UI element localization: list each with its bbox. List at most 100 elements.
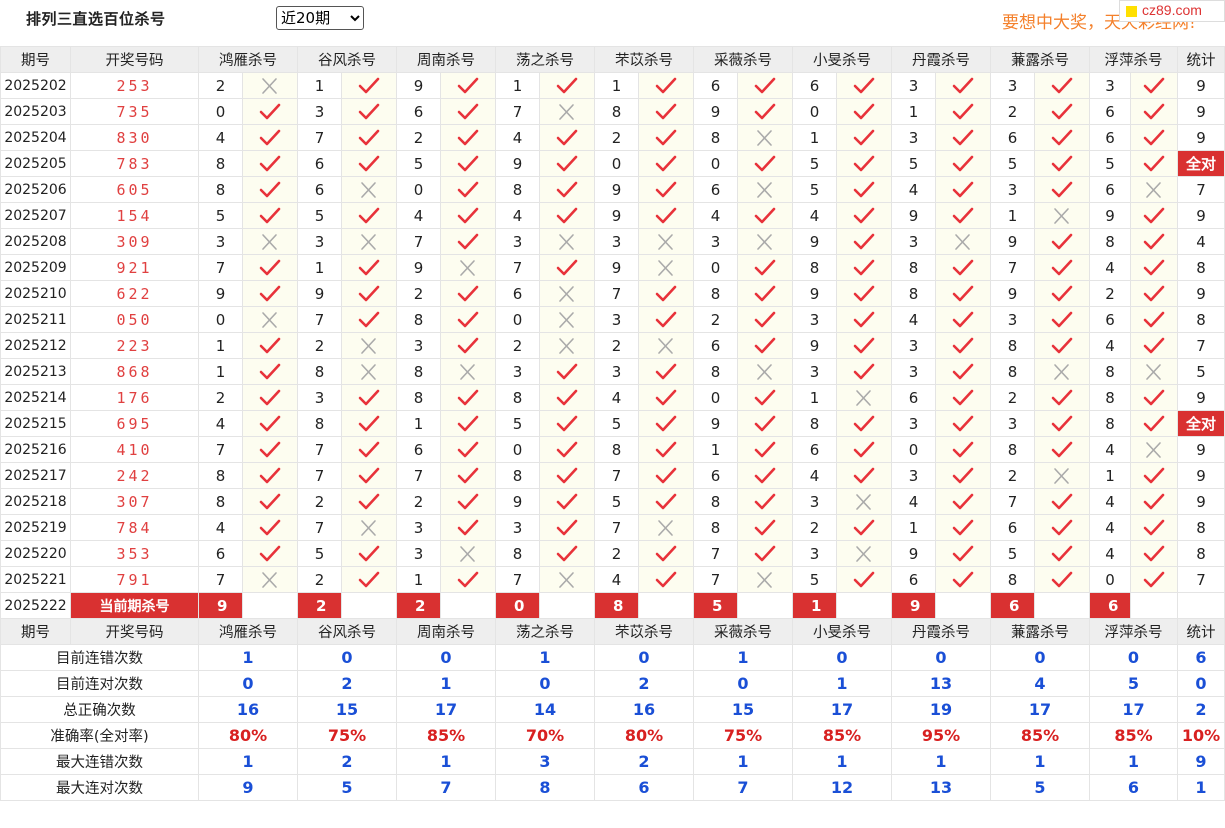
kill-correct-cell: [638, 150, 694, 177]
check-icon: [952, 415, 974, 431]
column-header: 小旻杀号: [792, 618, 892, 645]
check-icon: [358, 155, 380, 171]
kill-number: 9: [891, 202, 936, 229]
table-row: 2025207 154 5 5 4 4 9 4 4 9 1 9 9: [0, 202, 1225, 229]
kill-number: 4: [495, 124, 540, 151]
kill-correct-cell: [638, 540, 694, 567]
table-row: 2025202 253 2 1 9 1 1 6 6 3 3 3 9: [0, 72, 1225, 99]
stat-row: 最大连错次数 1 2 1 3 2 1 1 1 1 1 9: [0, 748, 1225, 775]
kill-correct-cell: [242, 332, 298, 359]
kill-number: 8: [1089, 228, 1131, 255]
check-icon: [754, 519, 776, 535]
kill-number: 9: [396, 72, 441, 99]
site-logo[interactable]: cz89.com: [1119, 0, 1225, 22]
kill-number: 8: [495, 462, 540, 489]
kill-number: 2: [1089, 280, 1131, 307]
kill-number: 3: [792, 306, 837, 333]
kill-correct-cell: [638, 358, 694, 385]
kill-correct-cell: [1034, 228, 1090, 255]
check-icon: [853, 571, 875, 587]
table-row: 2025205 783 8 6 5 9 0 0 5 5 5 5 全对: [0, 150, 1225, 177]
kill-wrong-cell: [440, 254, 496, 281]
check-icon: [259, 493, 281, 509]
current-kill-blank: [1130, 592, 1178, 619]
kill-correct-cell: [1034, 514, 1090, 541]
period-select[interactable]: 近20期: [276, 6, 364, 30]
check-icon: [556, 207, 578, 223]
check-icon: [1143, 77, 1165, 93]
check-icon: [1051, 571, 1073, 587]
check-icon: [1143, 545, 1165, 561]
kill-correct-cell: [440, 124, 496, 151]
kill-correct-cell: [242, 436, 298, 463]
kill-number: 3: [594, 358, 639, 385]
kill-number: 0: [693, 150, 738, 177]
kill-number: 2: [990, 98, 1035, 125]
cross-icon: [757, 363, 772, 380]
stat-value: 6: [1089, 774, 1178, 801]
kill-wrong-cell: [341, 358, 397, 385]
stat-value: 13: [891, 774, 991, 801]
kill-number: 2: [396, 124, 441, 151]
logo-square-icon: [1126, 6, 1137, 17]
column-header: 芣苡杀号: [594, 618, 694, 645]
kill-correct-cell: [1130, 306, 1178, 333]
kill-correct-cell: [935, 566, 991, 593]
kill-correct-cell: [737, 72, 793, 99]
kill-number: 8: [594, 98, 639, 125]
check-icon: [952, 337, 974, 353]
kill-correct-cell: [341, 254, 397, 281]
kill-number: 8: [198, 462, 243, 489]
draw-number: 830: [70, 124, 199, 151]
column-header: 采薇杀号: [693, 46, 793, 73]
kill-number: 0: [198, 306, 243, 333]
stat-value: 0: [594, 644, 694, 671]
stat-value: 3: [495, 748, 595, 775]
check-icon: [655, 181, 677, 197]
check-icon: [457, 285, 479, 301]
table-row: 2025220 353 6 5 3 8 2 7 3 9 5 4 8: [0, 540, 1225, 567]
issue-number: 2025214: [0, 384, 71, 411]
row-count: 8: [1177, 540, 1225, 567]
current-kill-number: 1: [792, 592, 837, 619]
top-bar: 排列三直选百位杀号 近20期 要想中大奖，天天彩经网! cz89.com: [0, 0, 1225, 44]
check-icon: [358, 467, 380, 483]
kill-correct-cell: [341, 436, 397, 463]
current-kill-blank: [341, 592, 397, 619]
draw-number: 353: [70, 540, 199, 567]
stat-value: 9: [198, 774, 298, 801]
kill-number: 9: [792, 332, 837, 359]
draw-number: 605: [70, 176, 199, 203]
kill-correct-cell: [341, 462, 397, 489]
check-icon: [952, 519, 974, 535]
kill-number: 5: [792, 176, 837, 203]
kill-number: 2: [297, 566, 342, 593]
kill-correct-cell: [836, 254, 892, 281]
check-icon: [457, 415, 479, 431]
stat-value: 85%: [1089, 722, 1178, 749]
kill-correct-cell: [1034, 488, 1090, 515]
kill-correct-cell: [836, 358, 892, 385]
check-icon: [853, 233, 875, 249]
kill-number: 4: [594, 384, 639, 411]
kill-correct-cell: [1034, 150, 1090, 177]
issue-number: 2025215: [0, 410, 71, 437]
column-header: 周南杀号: [396, 618, 496, 645]
current-kill-number: 5: [693, 592, 738, 619]
kill-correct-cell: [440, 228, 496, 255]
kill-correct-cell: [1130, 72, 1178, 99]
stat-label: 目前连错次数: [0, 644, 199, 671]
kill-number: 4: [198, 514, 243, 541]
draw-number: 921: [70, 254, 199, 281]
check-icon: [358, 77, 380, 93]
kill-number: 6: [198, 540, 243, 567]
check-icon: [853, 181, 875, 197]
cross-icon: [262, 571, 277, 588]
kill-number: 7: [297, 514, 342, 541]
kill-correct-cell: [1130, 254, 1178, 281]
table-row: 2025209 921 7 1 9 7 9 0 8 8 7 4 8: [0, 254, 1225, 281]
stat-value: 2: [297, 670, 397, 697]
check-icon: [754, 311, 776, 327]
kill-number: 0: [594, 150, 639, 177]
kill-number: 3: [891, 72, 936, 99]
